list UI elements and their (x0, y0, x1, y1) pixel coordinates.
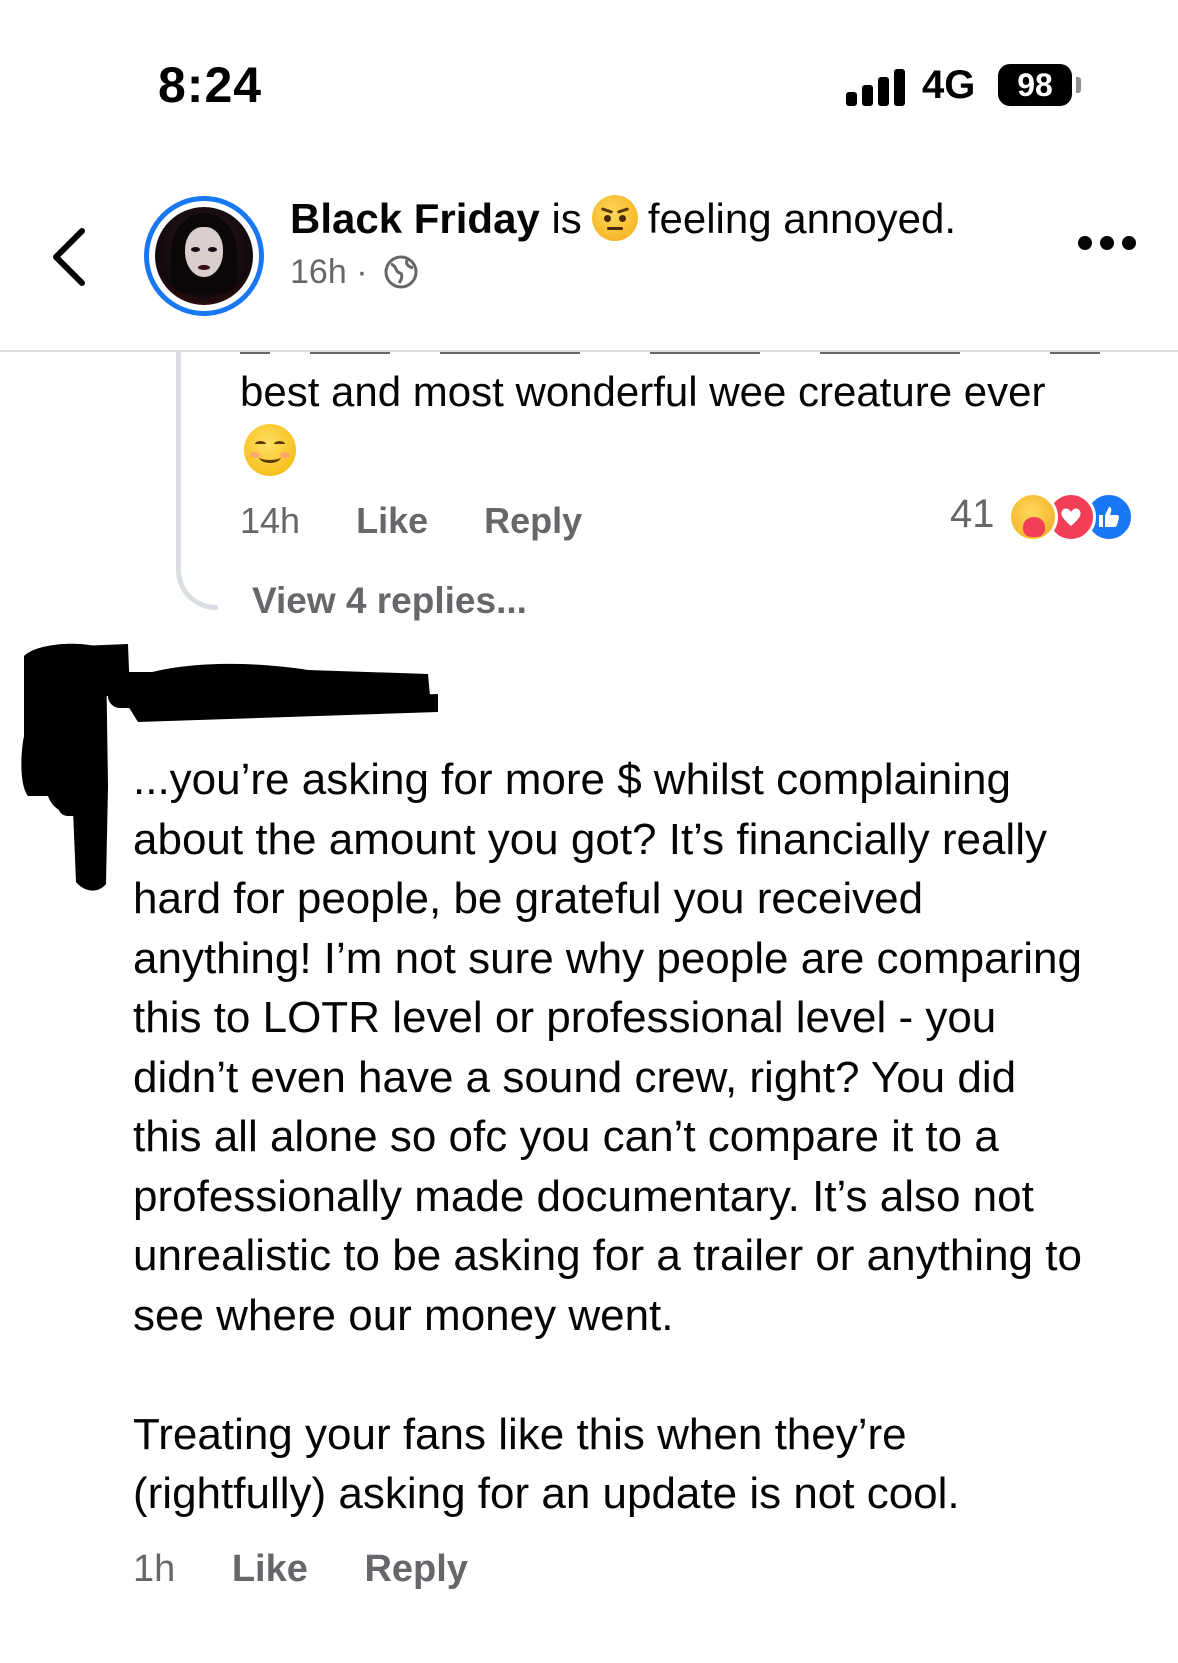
meta-separator: · (356, 253, 368, 291)
reaction-count[interactable]: 41 (950, 492, 995, 537)
reply-button[interactable]: Reply (484, 500, 582, 541)
comment-time[interactable]: 1h (133, 1548, 175, 1590)
comment-line: professionally made documentary. It’s al… (133, 1171, 1034, 1221)
like-button[interactable]: Like (232, 1548, 308, 1590)
comment-line: unrealistic to be asking for a trailer o… (133, 1231, 1082, 1280)
comment-line: anything! I’m not sure why people are co… (133, 933, 1082, 983)
back-button[interactable] (50, 225, 90, 289)
title-verb: is (551, 195, 582, 242)
angry-face-icon (591, 195, 638, 241)
status-bar: 8:24 4G 98 (0, 0, 1178, 160)
feeling-text: feeling annoyed. (647, 195, 957, 242)
comment-line: (rightfully) asking for an update is not… (133, 1469, 960, 1518)
cellular-signal-icon (846, 66, 906, 106)
comment-actions: 1h Like Reply (133, 1548, 468, 1591)
network-type: 4G (922, 63, 976, 107)
care-reaction-icon (1008, 492, 1058, 542)
view-replies-link[interactable]: View 4 replies... (252, 580, 527, 622)
previous-reply-actions: 14h Like Reply (240, 500, 582, 550)
comment-line: hard for people, be grateful you receive… (133, 874, 924, 923)
comment-line: ...you’re asking for more $ whilst compl… (133, 755, 1011, 804)
comment-line: see where our money went. (133, 1290, 674, 1340)
avatar-image (155, 207, 253, 305)
smiling-face-icon (244, 424, 296, 476)
comment-line: this all alone so ofc you can’t compare … (133, 1112, 999, 1161)
comment-line: about the amount you got? It’s financial… (133, 814, 1047, 864)
facebook-post-comments-screen: 8:24 4G 98 Black Friday is feeling annoy… (0, 0, 1178, 1663)
previous-reply-time[interactable]: 14h (240, 500, 300, 541)
comment-text: ...you’re asking for more $ whilst compl… (133, 750, 1153, 1524)
like-button[interactable]: Like (356, 500, 428, 541)
comment-line: this to LOTR level or professional level… (133, 993, 997, 1042)
battery-icon: 98 (998, 64, 1072, 106)
post-age[interactable]: 16h (290, 253, 347, 291)
reply-button[interactable]: Reply (364, 1548, 467, 1590)
previous-reply-text: best and most wonderful wee creature eve… (240, 368, 1046, 415)
battery-tip (1076, 77, 1081, 93)
status-time: 8:24 (158, 57, 263, 113)
reply-thread-line (176, 352, 218, 610)
post-title: Black Friday is feeling annoyed. (290, 195, 956, 243)
post-meta: 16h · (290, 253, 419, 292)
author-name[interactable]: Black Friday (290, 195, 540, 242)
comment-line: Treating your fans like this when they’r… (133, 1409, 907, 1459)
author-avatar[interactable] (144, 196, 264, 316)
chevron-left-icon (53, 228, 85, 286)
globe-icon (384, 255, 418, 289)
reaction-icons[interactable] (1008, 492, 1158, 544)
comment-line: didn’t even have a sound crew, right? Yo… (133, 1052, 1017, 1102)
battery-level: 98 (1017, 67, 1053, 103)
more-options-button[interactable] (1078, 236, 1138, 252)
post-header: Black Friday is feeling annoyed. 16h · (0, 160, 1178, 352)
